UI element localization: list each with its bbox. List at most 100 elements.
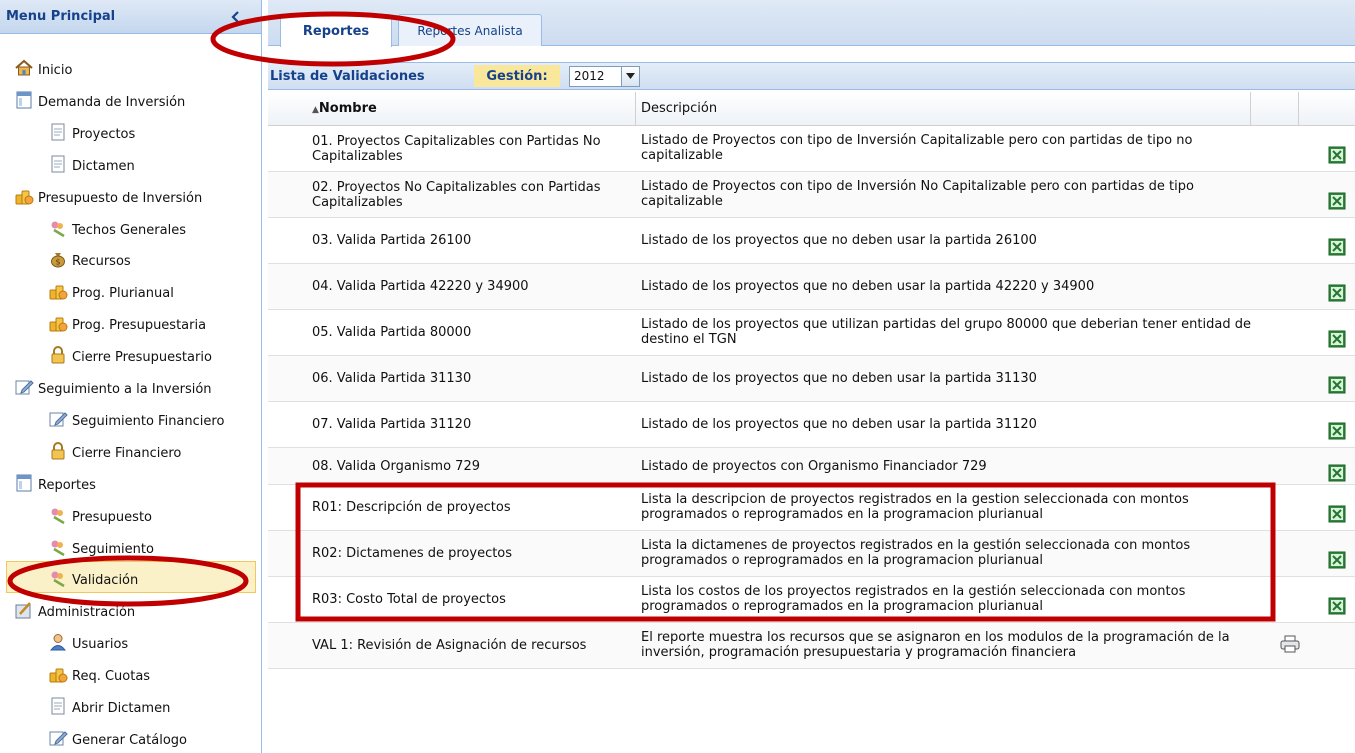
sidebar-item-label: Inicio xyxy=(38,63,73,78)
gestion-label: Gestión: xyxy=(474,65,560,87)
main-menu-header: Menu Principal xyxy=(0,0,261,34)
edit-icon xyxy=(14,377,34,397)
sidebar-item-recursos[interactable]: $ Recursos xyxy=(48,243,131,269)
sidebar-item-inicio[interactable]: Inicio xyxy=(14,52,72,78)
cell-descripcion: Listado de Proyectos con tipo de Inversi… xyxy=(641,133,1193,163)
table-row[interactable]: 05. Valida Partida 80000 Listado de los p… xyxy=(268,310,1355,356)
sidebar-item-label: Generar Catálogo xyxy=(72,732,187,748)
flower-icon xyxy=(48,568,68,588)
sidebar-item-label: Abrir Dictamen xyxy=(72,701,171,716)
sidebar-item-label: Dictamen xyxy=(72,158,135,174)
column-header-descripcion[interactable]: Descripción xyxy=(641,101,717,116)
sidebar-item-demanda-de-inversion[interactable]: Demanda de Inversión xyxy=(14,84,185,110)
sidebar-item-cierre-presupuestario[interactable]: Cierre Presupuestario xyxy=(48,339,212,365)
dropdown-arrow-icon[interactable] xyxy=(621,67,639,86)
coins-stack-icon xyxy=(48,281,68,301)
excel-icon[interactable] xyxy=(1328,597,1346,615)
sidebar-item-proyectos[interactable]: Proyectos xyxy=(48,116,135,142)
cell-nombre: R02: Dictamenes de proyectos xyxy=(312,546,513,561)
table-row[interactable]: VAL 1: Revisión de Asignación de recurso… xyxy=(268,623,1355,669)
table-row[interactable]: 08. Valida Organismo 729 Listado de proye… xyxy=(268,448,1355,485)
sidebar-item-prog-presupuestaria[interactable]: Prog. Presupuestaria xyxy=(48,307,206,333)
column-header-label: Nombre xyxy=(318,101,377,116)
sidebar-item-label: Seguimiento xyxy=(72,541,154,557)
excel-icon[interactable] xyxy=(1328,505,1346,523)
list-toolbar: Lista de Validaciones Gestión: 2012 xyxy=(268,62,1355,90)
cell-descripcion: Listado de los proyectos que no deben us… xyxy=(641,417,1037,432)
coins-stack-icon xyxy=(48,313,68,333)
cell-descripcion: El reporte muestra los recursos que se a… xyxy=(641,630,1230,660)
tab-reportes-analista[interactable]: Reportes Analista xyxy=(398,14,542,46)
cell-nombre: VAL 1: Revisión de Asignación de recurso… xyxy=(312,638,587,653)
gestion-year-select[interactable]: 2012 xyxy=(569,66,640,87)
cell-nombre: 08. Valida Organismo 729 xyxy=(312,458,480,474)
tab-label: Reportes Analista xyxy=(417,23,523,38)
printer-icon[interactable] xyxy=(1280,635,1300,653)
user-icon xyxy=(48,632,68,652)
column-separator[interactable] xyxy=(1298,92,1299,126)
cell-nombre: R01: Descripción de proyectos xyxy=(312,500,511,515)
sidebar-item-administracion[interactable]: Administración xyxy=(14,594,135,620)
sidebar-item-prog-plurianual[interactable]: Prog. Plurianual xyxy=(48,275,174,301)
excel-icon[interactable] xyxy=(1328,376,1346,394)
sidebar-item-label: Validación xyxy=(72,573,139,589)
sidebar-item-presupuesto-de-inversion[interactable]: Presupuesto de Inversión xyxy=(14,180,202,206)
column-separator[interactable] xyxy=(635,92,636,126)
main-menu-panel: Menu Principal Inicio Demanda de Inversió… xyxy=(0,0,262,753)
sidebar-item-cierre-financiero[interactable]: Cierre Financiero xyxy=(48,435,181,461)
sidebar-item-label: Presupuesto de Inversión xyxy=(38,190,203,206)
tab-reportes[interactable]: Reportes xyxy=(280,14,392,47)
sidebar-item-dictamen[interactable]: Dictamen xyxy=(48,148,135,174)
table-row[interactable]: 02. Proyectos No Capitalizables con Part… xyxy=(268,172,1355,218)
table-row[interactable]: R01: Descripción de proyectos Lista la de… xyxy=(268,485,1355,531)
document-icon xyxy=(48,122,68,142)
excel-icon[interactable] xyxy=(1328,146,1346,164)
sidebar-item-generar-catalogo[interactable]: Generar Catálogo xyxy=(48,722,187,748)
cell-descripcion: Listado de los proyectos que no deben us… xyxy=(641,233,1037,248)
table-row[interactable]: R03: Costo Total de proyectos Lista los c… xyxy=(268,577,1355,623)
sidebar-item-abrir-dictamen[interactable]: Abrir Dictamen xyxy=(48,690,170,716)
sidebar-item-validacion[interactable]: Validación xyxy=(48,562,138,588)
sidebar-item-seguimiento-a-la-inversion[interactable]: Seguimiento a la Inversión xyxy=(14,371,212,397)
sidebar-item-label: Reportes xyxy=(38,477,96,493)
sidebar-item-presupuesto[interactable]: Presupuesto xyxy=(48,499,152,525)
cell-nombre: 06. Valida Partida 31130 xyxy=(312,371,472,386)
excel-icon[interactable] xyxy=(1328,330,1346,348)
table-row[interactable]: 07. Valida Partida 31120 Listado de los p… xyxy=(268,402,1355,448)
table-row[interactable]: 03. Valida Partida 26100 Listado de los p… xyxy=(268,218,1355,264)
excel-icon[interactable] xyxy=(1328,238,1346,256)
svg-text:$: $ xyxy=(56,258,61,267)
window-icon xyxy=(14,90,34,110)
collapse-left-icon[interactable] xyxy=(228,9,244,25)
sidebar-item-label: Techos Generales xyxy=(72,222,186,238)
excel-icon[interactable] xyxy=(1328,284,1346,302)
cell-nombre: 05. Valida Partida 80000 xyxy=(312,325,472,340)
cell-descripcion: Listado de los proyectos que no deben us… xyxy=(641,371,1037,386)
edit-icon xyxy=(48,728,68,748)
table-row[interactable]: 06. Valida Partida 31130 Listado de los p… xyxy=(268,356,1355,402)
excel-icon[interactable] xyxy=(1328,192,1346,210)
sidebar-item-usuarios[interactable]: Usuarios xyxy=(48,626,128,652)
tab-label: Reportes xyxy=(302,23,370,39)
sidebar-item-label: Cierre Presupuestario xyxy=(72,350,212,366)
excel-icon[interactable] xyxy=(1328,422,1346,440)
column-separator[interactable] xyxy=(1250,92,1251,126)
sidebar-item-seguimiento-financiero[interactable]: Seguimiento Financiero xyxy=(48,403,224,429)
excel-icon[interactable] xyxy=(1328,464,1346,482)
column-header-nombre[interactable]: ▲Nombre xyxy=(312,101,377,116)
excel-icon[interactable] xyxy=(1328,551,1346,569)
table-row[interactable]: 01. Proyectos Capitalizables con Partida… xyxy=(268,126,1355,172)
sidebar-item-reportes[interactable]: Reportes xyxy=(14,467,96,493)
sidebar-item-seguimiento[interactable]: Seguimiento xyxy=(48,531,154,557)
sidebar-item-label: Usuarios xyxy=(72,637,129,653)
sort-ascending-icon: ▲ xyxy=(312,105,319,115)
flower-icon xyxy=(48,218,68,238)
padlock-icon xyxy=(48,345,68,365)
sidebar-item-req-cuotas[interactable]: Req. Cuotas xyxy=(48,658,150,684)
table-row[interactable]: 04. Valida Partida 42220 y 34900 Listado … xyxy=(268,264,1355,310)
sidebar-item-label: Proyectos xyxy=(72,126,136,142)
sidebar-item-label: Cierre Financiero xyxy=(72,445,182,461)
sidebar-item-techos-generales[interactable]: Techos Generales xyxy=(48,212,186,238)
table-row[interactable]: R02: Dictamenes de proyectos Lista la dic… xyxy=(268,531,1355,577)
sidebar-item-label: Demanda de Inversión xyxy=(38,94,186,110)
